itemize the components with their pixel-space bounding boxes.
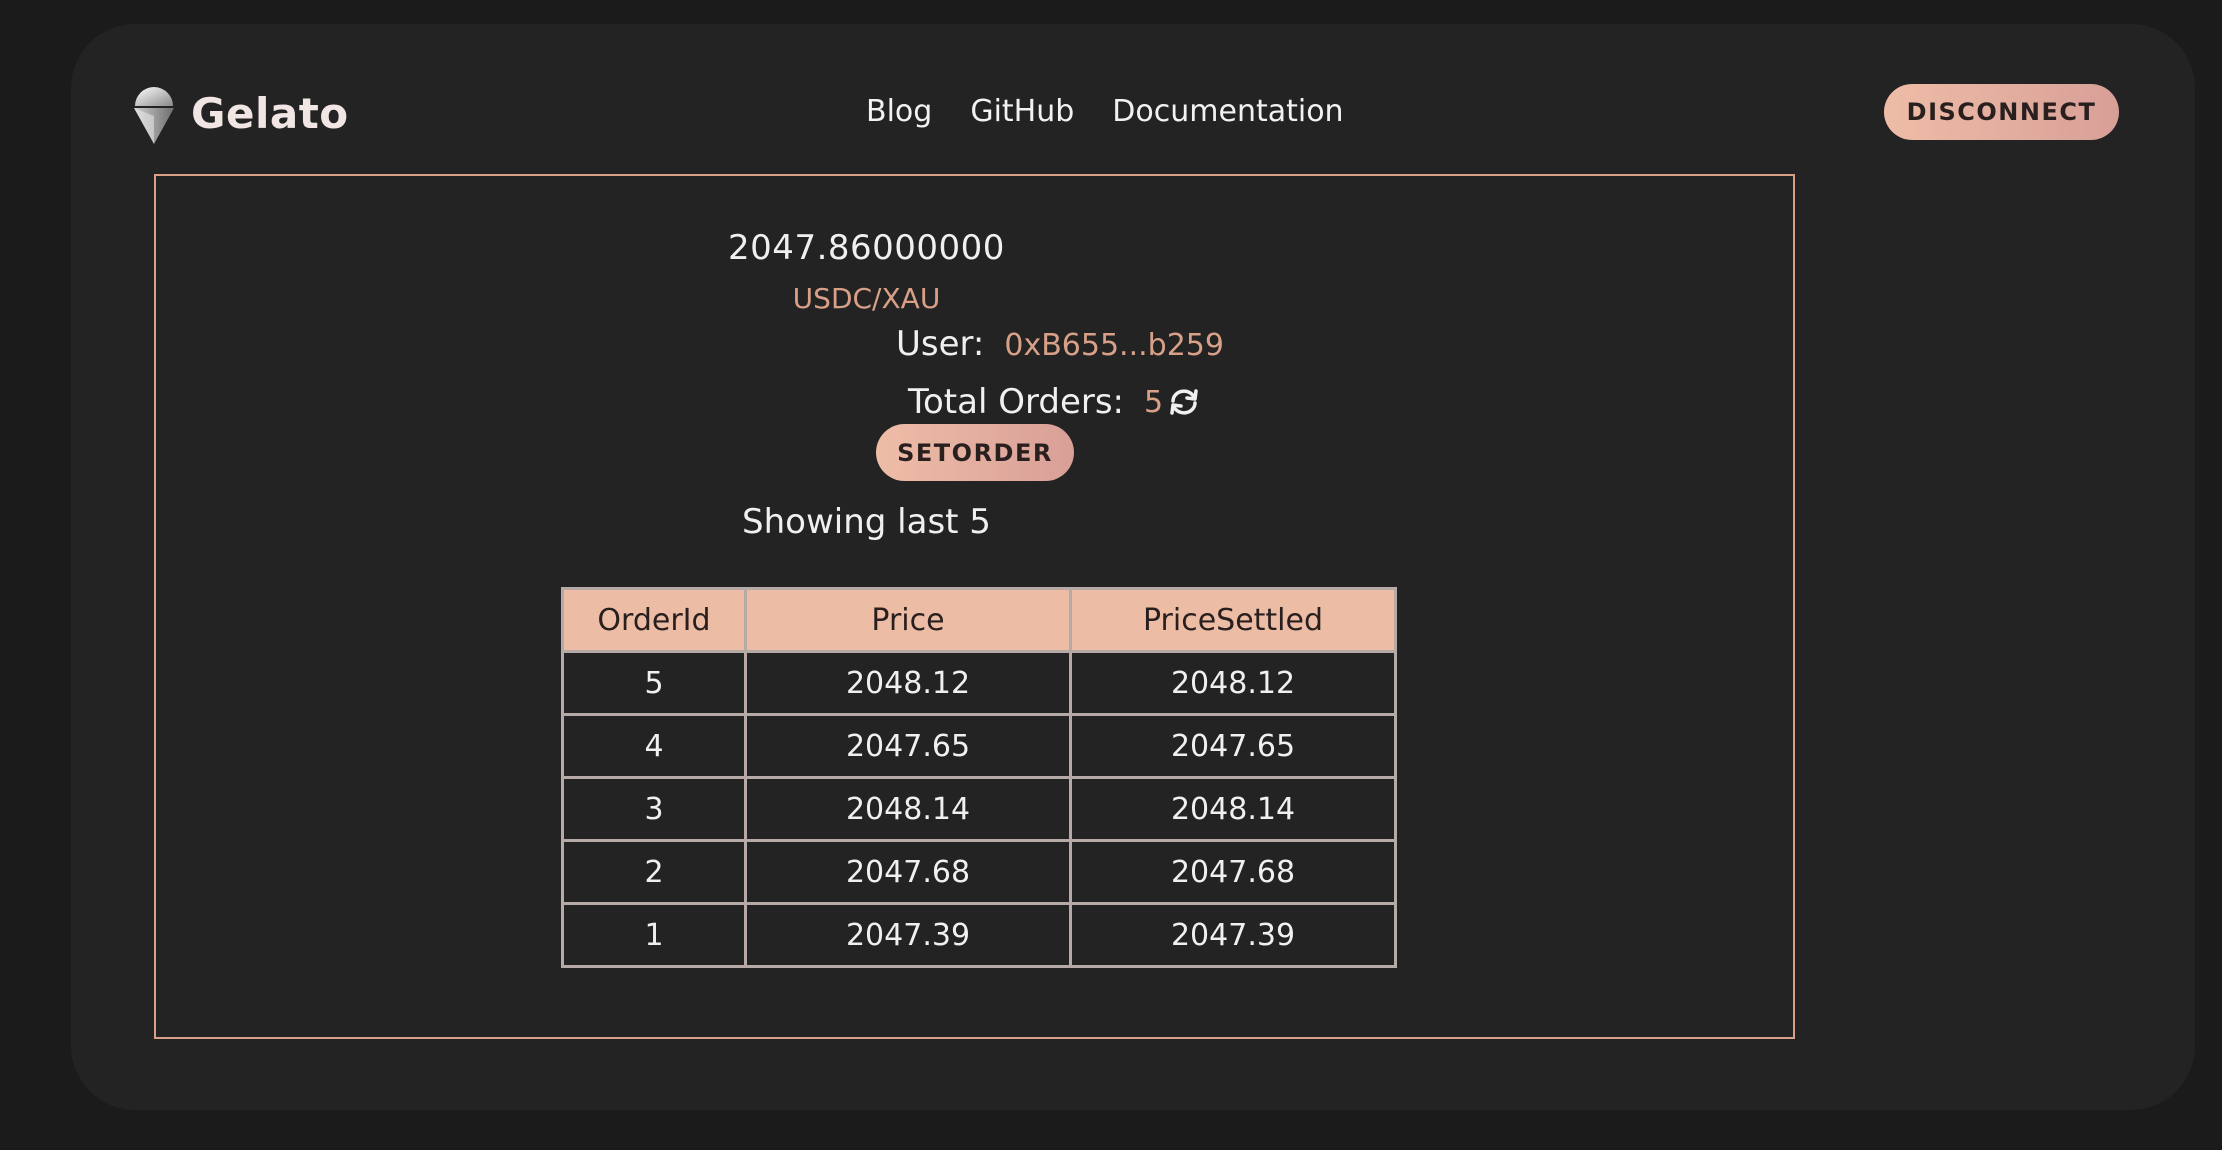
user-row: User: 0xB655...b259 — [896, 324, 1224, 364]
nav-link-blog[interactable]: Blog — [866, 94, 932, 129]
cell-order-id: 3 — [561, 776, 747, 842]
cell-price-settled: 2047.68 — [1069, 839, 1397, 905]
cell-price: 2047.65 — [744, 713, 1072, 779]
orders-table: OrderId Price PriceSettled 5 2048.12 204… — [561, 587, 1397, 968]
cell-order-id: 5 — [561, 650, 747, 716]
logo[interactable]: Gelato — [131, 80, 349, 146]
cell-price: 2048.14 — [744, 776, 1072, 842]
cell-price-settled: 2048.14 — [1069, 776, 1397, 842]
header-price: Price — [744, 587, 1072, 653]
nav-link-documentation[interactable]: Documentation — [1112, 94, 1343, 129]
currency-pair: USDC/XAU — [792, 282, 941, 315]
set-order-button[interactable]: SETORDER — [876, 424, 1074, 481]
cell-price-settled: 2047.65 — [1069, 713, 1397, 779]
showing-count-text: Showing last 5 — [742, 502, 991, 542]
gelato-cone-icon — [131, 80, 177, 146]
user-label: User: — [896, 324, 985, 364]
disconnect-button[interactable]: DISCONNECT — [1884, 84, 2119, 140]
refresh-icon[interactable] — [1167, 388, 1201, 416]
total-orders-count: 5 — [1144, 384, 1164, 420]
logo-text: Gelato — [191, 88, 349, 138]
cell-price: 2047.39 — [744, 902, 1072, 968]
cell-price: 2048.12 — [744, 650, 1072, 716]
orders-panel: 2047.86000000 USDC/XAU User: 0xB655...b2… — [154, 174, 1795, 1039]
cell-price-settled: 2048.12 — [1069, 650, 1397, 716]
cell-price: 2047.68 — [744, 839, 1072, 905]
table-row: 1 2047.39 2047.39 — [561, 902, 1397, 968]
cell-price-settled: 2047.39 — [1069, 902, 1397, 968]
cell-order-id: 2 — [561, 839, 747, 905]
total-orders-label: Total Orders: — [908, 382, 1125, 422]
cell-order-id: 4 — [561, 713, 747, 779]
app-card: Gelato Blog GitHub Documentation DISCONN… — [71, 24, 2195, 1110]
table-row: 3 2048.14 2048.14 — [561, 776, 1397, 842]
main-nav: Blog GitHub Documentation — [866, 94, 1344, 129]
table-header-row: OrderId Price PriceSettled — [561, 587, 1397, 653]
nav-link-github[interactable]: GitHub — [970, 94, 1074, 129]
table-row: 5 2048.12 2048.12 — [561, 650, 1397, 716]
header-order-id: OrderId — [561, 587, 747, 653]
current-price: 2047.86000000 — [728, 228, 1005, 268]
user-address: 0xB655...b259 — [1004, 328, 1224, 363]
total-orders-row: Total Orders: 5 — [908, 382, 1201, 422]
table-row: 2 2047.68 2047.68 — [561, 839, 1397, 905]
cell-order-id: 1 — [561, 902, 747, 968]
table-row: 4 2047.65 2047.65 — [561, 713, 1397, 779]
header-price-settled: PriceSettled — [1069, 587, 1397, 653]
